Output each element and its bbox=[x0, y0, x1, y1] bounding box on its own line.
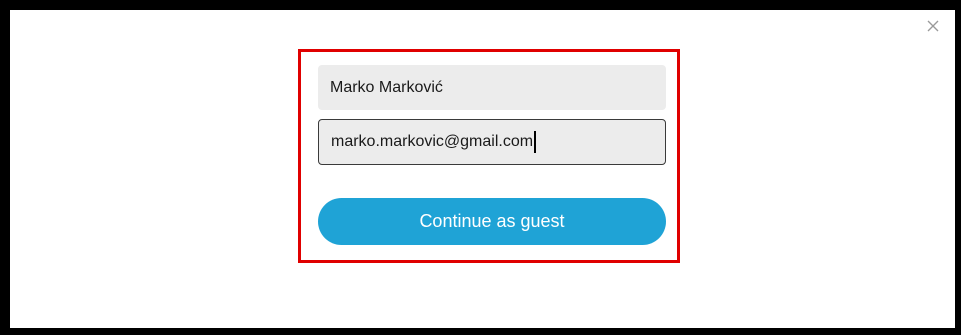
name-field-value: Marko Marković bbox=[330, 78, 443, 96]
name-field[interactable]: Marko Marković bbox=[318, 65, 666, 110]
continue-as-guest-label: Continue as guest bbox=[419, 211, 565, 231]
continue-as-guest-button[interactable]: Continue as guest bbox=[318, 198, 666, 245]
email-field-value: marko.markovic@gmail.com bbox=[331, 133, 534, 150]
close-icon bbox=[925, 18, 941, 34]
close-button[interactable] bbox=[925, 18, 941, 34]
email-field[interactable]: marko.markovic@gmail.com bbox=[318, 119, 666, 165]
text-caret bbox=[534, 131, 537, 153]
